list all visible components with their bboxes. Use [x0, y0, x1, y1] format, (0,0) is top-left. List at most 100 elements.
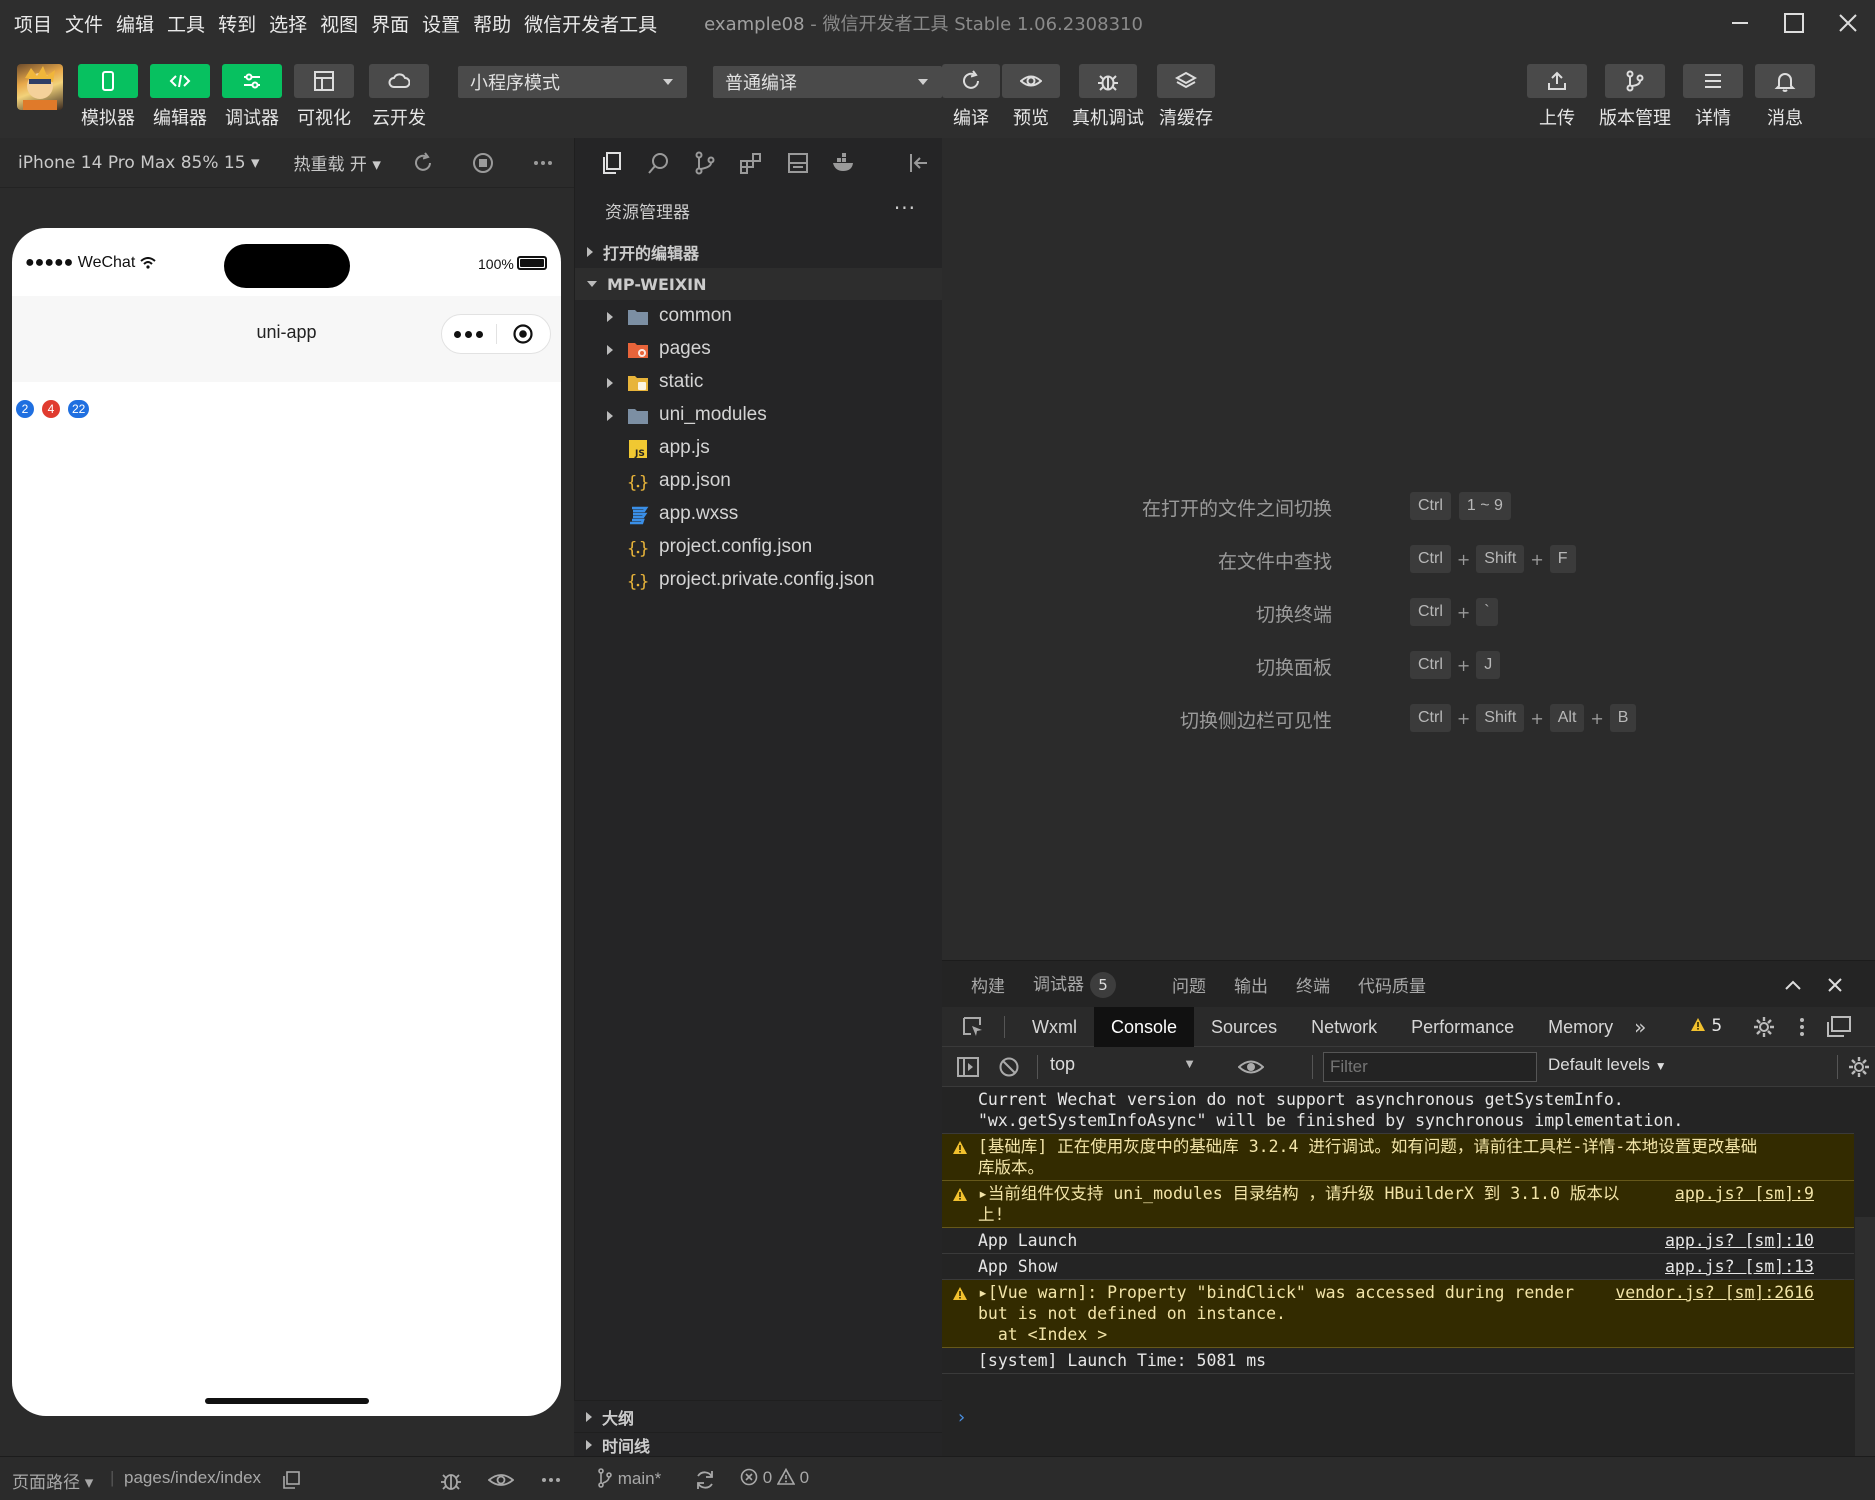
user-avatar[interactable] — [17, 64, 63, 110]
console-source-link[interactable]: vendor.js? [sm]:2616 — [1615, 1282, 1814, 1303]
more-tabs-button[interactable]: » — [1634, 1015, 1646, 1039]
toolbar-button-eye[interactable]: 预览 — [1002, 64, 1060, 130]
devtools-tab-wxml[interactable]: Wxml — [1015, 1007, 1094, 1047]
close-window-button[interactable] — [1821, 0, 1875, 46]
collapse-sidebar-button[interactable] — [896, 151, 942, 175]
maximize-button[interactable] — [1767, 0, 1821, 46]
console-settings-button[interactable] — [1848, 1056, 1870, 1082]
git-branch[interactable]: main* — [597, 1468, 661, 1489]
devtools-tab-performance[interactable]: Performance — [1394, 1007, 1531, 1047]
capsule-more-button[interactable] — [442, 330, 496, 338]
tab-storage[interactable] — [775, 151, 821, 175]
devtools-menu-button[interactable] — [1798, 1016, 1806, 1042]
tree-folder[interactable]: static — [575, 366, 943, 399]
rotate-button[interactable] — [410, 150, 436, 176]
timeline-section[interactable]: 时间线 — [574, 1432, 942, 1456]
minimize-button[interactable] — [1713, 0, 1767, 46]
toolbar-button-layers[interactable]: 清缓存 — [1157, 64, 1215, 130]
console-scrollbar[interactable] — [1855, 1217, 1875, 1457]
tree-file[interactable]: JS app.js — [575, 432, 943, 465]
panel-tab[interactable]: 代码质量 — [1358, 972, 1426, 997]
toolbar-button-refresh[interactable]: 编译 — [942, 64, 1000, 130]
panel-tab[interactable]: 终端 — [1296, 972, 1330, 997]
toolbar-button-layout[interactable]: 可视化 — [294, 64, 354, 130]
devtools-tab-network[interactable]: Network — [1294, 1007, 1394, 1047]
tree-folder[interactable]: uni_modules — [575, 399, 943, 432]
panel-tab[interactable]: 输出 — [1234, 972, 1268, 997]
inspect-element-button[interactable] — [942, 1015, 1004, 1039]
devtools-tab-console[interactable]: Console — [1093, 1006, 1195, 1047]
toolbar-button-bug[interactable]: 真机调试 — [1072, 64, 1144, 130]
tree-folder[interactable]: common — [575, 300, 943, 333]
tree-file[interactable]: {} app.json — [575, 465, 943, 498]
menu-item[interactable]: 项目 — [14, 10, 52, 37]
copy-path-button[interactable] — [282, 1471, 300, 1493]
tree-file[interactable]: {} project.config.json — [575, 531, 943, 564]
console-message[interactable]: App Show app.js? [sm]:13 — [942, 1254, 1854, 1280]
toolbar-button-bell[interactable]: 消息 — [1755, 64, 1815, 130]
compile-select[interactable]: 普通编译 — [713, 66, 942, 98]
toolbar-button-code[interactable]: 编辑器 — [150, 64, 210, 130]
console-warning[interactable]: ▸当前组件仅支持 uni_modules 目录结构 ，请升级 HBuilderX… — [942, 1181, 1854, 1228]
menu-item[interactable]: 转到 — [218, 10, 256, 37]
devtools-tab-memory[interactable]: Memory — [1531, 1007, 1630, 1047]
tab-search[interactable] — [635, 151, 681, 175]
menu-item[interactable]: 编辑 — [116, 10, 154, 37]
toolbar-button-upload[interactable]: 上传 — [1527, 64, 1587, 130]
menu-item[interactable]: 视图 — [320, 10, 358, 37]
outline-section[interactable]: 大纲 — [574, 1400, 942, 1432]
toolbar-button-phone[interactable]: 模拟器 — [78, 64, 138, 130]
close-panel-button[interactable] — [1823, 973, 1847, 997]
capsule-close-button[interactable] — [496, 323, 550, 345]
stop-button[interactable] — [470, 150, 496, 176]
toolbar-button-cloud[interactable]: 云开发 — [369, 64, 429, 130]
show-sidebar-button[interactable] — [956, 1056, 980, 1082]
toolbar-button-menu[interactable]: 详情 — [1683, 64, 1743, 130]
debug-page-button[interactable] — [439, 1468, 463, 1496]
preview-page-button[interactable] — [487, 1469, 515, 1495]
project-root-section[interactable]: MP-WEIXIN — [575, 268, 943, 300]
simulator-more-button[interactable] — [530, 150, 556, 176]
panel-tab[interactable]: 构建 — [971, 972, 1005, 997]
sync-button[interactable] — [694, 1469, 716, 1495]
tab-extensions[interactable] — [728, 151, 774, 175]
console-warning[interactable]: [基础库] 正在使用灰度中的基础库 3.2.4 进行调试。如有问题，请前往工具栏… — [942, 1134, 1854, 1181]
warning-count-badge[interactable]: 5 — [1690, 1016, 1722, 1036]
console-message[interactable]: App Launch app.js? [sm]:10 — [942, 1228, 1854, 1254]
panel-tab[interactable]: 调试器 5 — [1033, 970, 1144, 998]
console-source-link[interactable]: app.js? [sm]:9 — [1675, 1183, 1814, 1204]
menu-item[interactable]: 帮助 — [473, 10, 511, 37]
page-path-menu[interactable]: 页面路径 ▾ — [12, 1468, 93, 1493]
console-warning[interactable]: ▸[Vue warn]: Property "bindClick" was ac… — [942, 1280, 1854, 1348]
console-source-link[interactable]: app.js? [sm]:10 — [1665, 1230, 1814, 1251]
tree-folder[interactable]: pages — [575, 333, 943, 366]
mode-select[interactable]: 小程序模式 — [458, 66, 687, 98]
menu-item[interactable]: 微信开发者工具 — [524, 10, 657, 37]
tab-explorer[interactable] — [589, 151, 635, 175]
tab-source-control[interactable] — [682, 151, 728, 175]
devtools-tab-sources[interactable]: Sources — [1194, 1007, 1294, 1047]
console-prompt[interactable]: › — [956, 1407, 967, 1428]
toolbar-button-branch[interactable]: 版本管理 — [1599, 64, 1671, 130]
toolbar-button-sliders[interactable]: 调试器 — [222, 64, 282, 130]
device-select[interactable]: iPhone 14 Pro Max 85% 15 ▾ — [18, 153, 260, 173]
log-levels-select[interactable]: Default levels ▼ — [1548, 1055, 1667, 1075]
live-expression-button[interactable] — [1237, 1055, 1265, 1083]
tab-docker[interactable] — [821, 151, 867, 175]
hot-reload-toggle[interactable]: 热重载 开 ▾ — [294, 150, 381, 175]
phone-screen[interactable]: ●●●●● WeChat 100% uni-app 2 4 22 — [12, 228, 561, 1416]
open-editors-section[interactable]: 打开的编辑器 — [575, 236, 943, 268]
menu-item[interactable]: 工具 — [167, 10, 205, 37]
context-select[interactable]: top ▼ — [1050, 1054, 1196, 1080]
menu-item[interactable]: 界面 — [371, 10, 409, 37]
undock-button[interactable] — [1826, 1015, 1852, 1043]
clear-console-button[interactable] — [998, 1056, 1020, 1082]
menu-item[interactable]: 选择 — [269, 10, 307, 37]
console-message[interactable]: [system] Launch Time: 5081 ms — [942, 1348, 1854, 1374]
console-source-link[interactable]: app.js? [sm]:13 — [1665, 1256, 1814, 1277]
problems-indicator[interactable]: 0 0 — [740, 1467, 809, 1488]
menu-item[interactable]: 设置 — [422, 10, 460, 37]
panel-tab[interactable]: 问题 — [1172, 972, 1206, 997]
status-more-button[interactable] — [540, 1469, 562, 1495]
console-message[interactable]: Current Wechat version do not support as… — [942, 1087, 1854, 1134]
